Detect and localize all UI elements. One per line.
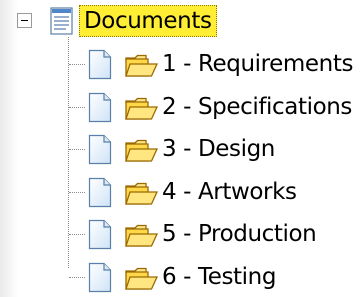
tree-connector-horizontal [69, 106, 85, 108]
page-icon [88, 177, 112, 207]
page-icon [88, 219, 112, 250]
tree-item[interactable]: 5 - Production [0, 213, 360, 255]
tree-connector-horizontal [69, 191, 85, 193]
open-folder-icon [125, 139, 159, 162]
page-icon [88, 49, 112, 80]
page-icon [88, 134, 112, 165]
tree-item[interactable]: 4 - Artworks [0, 171, 360, 213]
tree-connector-horizontal [69, 276, 85, 278]
open-folder-icon [125, 54, 159, 77]
tree-connector-horizontal [69, 64, 85, 65]
collapse-minus-icon[interactable] [17, 13, 32, 28]
tree-item[interactable]: 1 - Requirements [0, 43, 360, 85]
open-folder-icon [125, 224, 159, 247]
tree-item-label[interactable]: 4 - Artworks [162, 177, 297, 207]
tree-root-documents[interactable]: Documents [79, 5, 217, 37]
page-icon [88, 262, 112, 292]
tree-item[interactable]: 3 - Design [0, 128, 360, 170]
document-tree: Documents 1 - Requirements 2 - Specificat… [0, 0, 360, 297]
tree-item[interactable]: 2 - Specifications [0, 86, 360, 128]
tree-connector-horizontal [69, 149, 85, 150]
tree-item-label[interactable]: 2 - Specifications [162, 92, 352, 122]
tree-item-label[interactable]: 6 - Testing [162, 262, 276, 292]
tree-item-label[interactable]: 5 - Production [162, 219, 317, 249]
open-folder-icon [125, 97, 159, 120]
open-folder-icon [125, 267, 159, 290]
tree-item-label[interactable]: 3 - Design [162, 134, 275, 164]
page-icon [88, 92, 112, 122]
tree-connector-horizontal [69, 234, 85, 235]
tree-item[interactable]: 6 - Testing [0, 256, 360, 297]
document-list-icon [50, 7, 73, 35]
tree-item-label[interactable]: 1 - Requirements [162, 49, 353, 79]
open-folder-icon [125, 182, 159, 205]
